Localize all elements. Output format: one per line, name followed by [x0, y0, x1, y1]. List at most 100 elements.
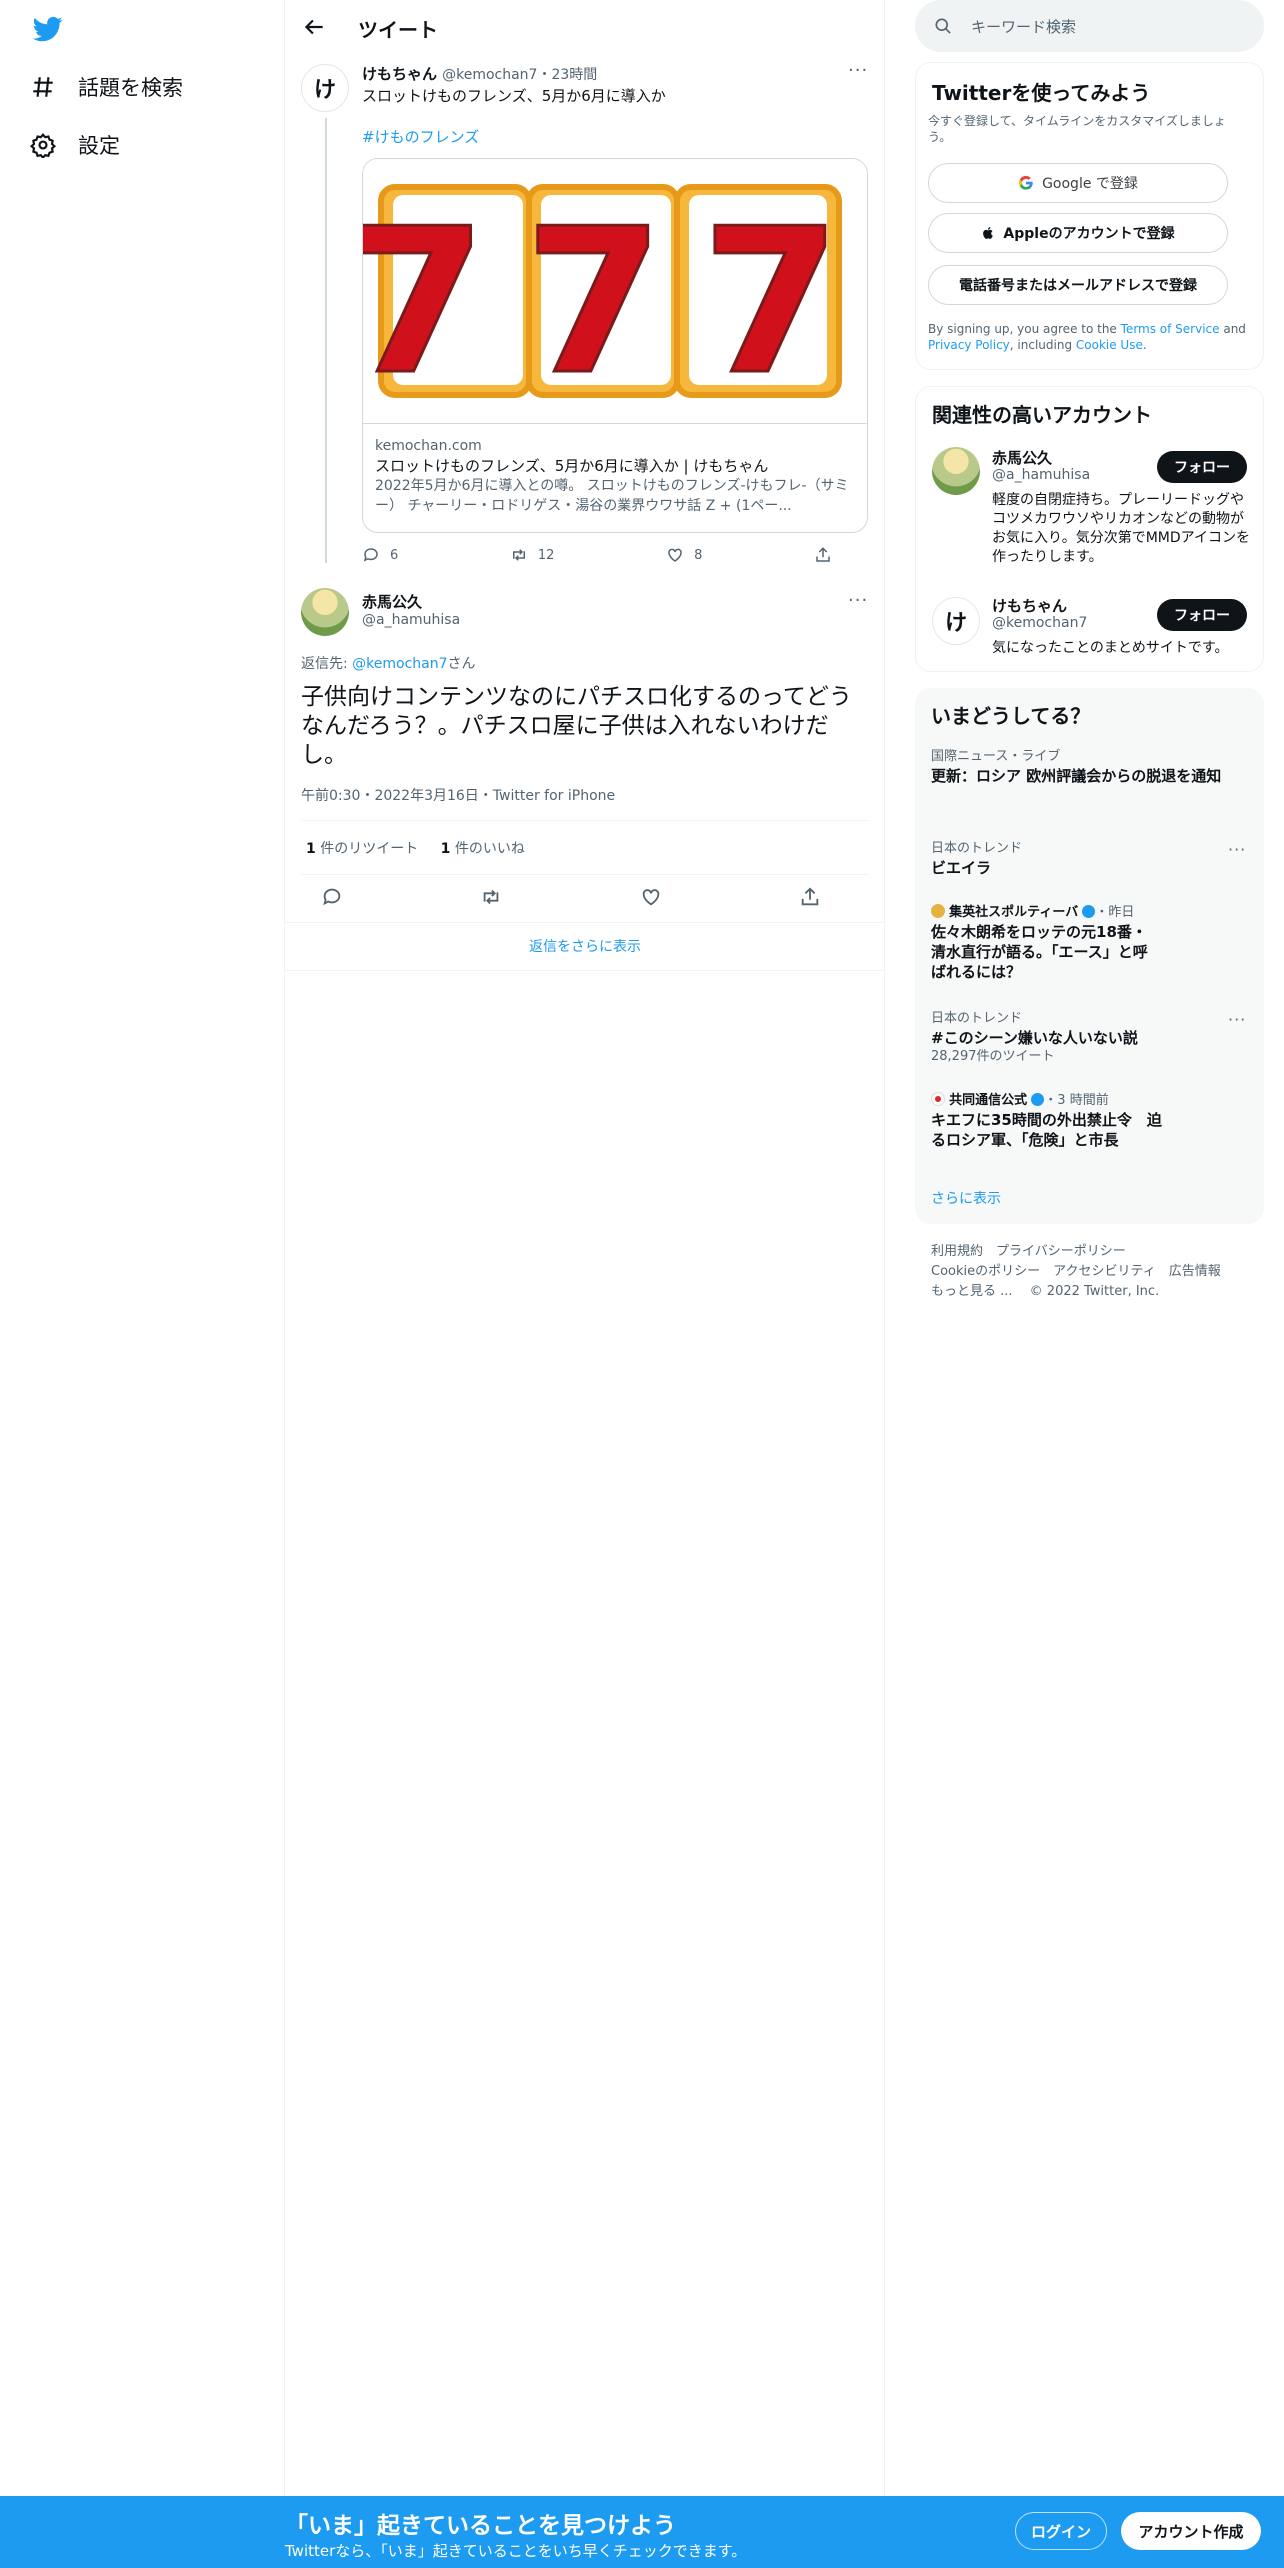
avatar[interactable]: け	[301, 64, 349, 112]
trend-item[interactable]: 日本のトレンド #このシーン嫌いな人いない説 28,297件のツイート	[931, 1010, 1231, 1066]
google-signup-button[interactable]: Google で登録	[928, 163, 1228, 203]
trend-time: ・3 時間前	[1044, 1093, 1109, 1108]
legal-text: .	[1142, 338, 1147, 352]
phone-email-signup-button[interactable]: 電話番号またはメールアドレスで登録	[928, 265, 1228, 305]
share-button[interactable]	[814, 546, 832, 564]
privacy-link[interactable]: Privacy Policy	[928, 338, 1010, 352]
terms-link[interactable]: Terms of Service	[1121, 322, 1220, 336]
nav-settings-label: 設定	[78, 134, 120, 158]
link-card[interactable]: 777 kemochan.com スロットけものフレンズ、5月か6月に導入か |…	[362, 158, 868, 533]
trend-item[interactable]: 共同通信公式 ・3 時間前 キエフに35時間の外出禁止令 迫るロシア軍、「危険」…	[931, 1092, 1231, 1150]
trend-source: 集英社スポルティーバ	[949, 905, 1079, 920]
verified-badge-icon	[1031, 1093, 1045, 1106]
separator: ・	[537, 67, 552, 83]
reply-to-line: 返信先: @kemochan7さん	[301, 653, 476, 673]
trend-source-line: 共同通信公式 ・3 時間前	[931, 1092, 1231, 1110]
divider	[301, 874, 869, 875]
retweet-icon[interactable]	[480, 886, 502, 908]
trend-title: 佐々木朗希をロッテの元18番・清水直行が語る。「エース」と呼ばれるには？	[931, 923, 1148, 981]
footer-links: 利用規約 プライバシーポリシー Cookieのポリシー アクセシビリティ 広告情…	[931, 1242, 1221, 1302]
footer-line[interactable]: 利用規約 プライバシーポリシー	[931, 1242, 1221, 1262]
main-column: ツイート け けもちゃん @kemochan7・23時間 ··· スロットけもの…	[285, 0, 885, 2496]
trend-time: ・昨日	[1095, 905, 1135, 920]
source-avatar	[931, 1092, 945, 1106]
trends-panel: いまどうしてる？ 国際ニュース・ライブ 更新：ロシア 欧州評議会からの脱退を通知…	[915, 688, 1264, 1224]
more-options-icon[interactable]: ···	[1228, 840, 1246, 859]
avatar[interactable]	[932, 447, 980, 495]
trend-item[interactable]: 集英社スポルティーバ ・昨日 佐々木朗希をロッテの元18番・清水直行が語る。「エ…	[931, 904, 1231, 982]
login-button[interactable]: ログイン	[1015, 2512, 1107, 2550]
tweet-timestamp[interactable]: 午前0:30・2022年3月16日・Twitter for iPhone	[301, 785, 615, 805]
nav-settings[interactable]: 設定	[30, 125, 120, 165]
like-button[interactable]: 8	[666, 546, 702, 564]
apple-signup-button[interactable]: Appleのアカウントで登録	[928, 213, 1228, 253]
reply-to-prefix: 返信先:	[301, 656, 353, 672]
account-name[interactable]: 赤馬公久	[992, 447, 1052, 468]
twitter-logo-icon[interactable]	[30, 14, 66, 44]
legal-text: By signing up, you agree to the	[928, 322, 1121, 336]
google-signup-label: Google で登録	[1042, 176, 1138, 192]
account-handle[interactable]: @a_hamuhisa	[992, 467, 1090, 483]
author-name[interactable]: 赤馬公久	[362, 591, 422, 612]
divider	[285, 970, 885, 971]
footer-line[interactable]: Cookieのポリシー アクセシビリティ 広告情報	[931, 1262, 1221, 1282]
more-options-icon[interactable]: ···	[848, 60, 868, 81]
search-icon	[935, 18, 951, 34]
reply-button[interactable]: 6	[362, 546, 398, 564]
retweet-stat[interactable]: 1 件のリツイート	[306, 841, 418, 857]
share-icon[interactable]	[799, 886, 821, 908]
avatar[interactable]	[301, 588, 349, 636]
trend-item[interactable]: 国際ニュース・ライブ 更新：ロシア 欧州評議会からの脱退を通知	[931, 748, 1231, 786]
tweet-header: けもちゃん @kemochan7・23時間	[362, 64, 597, 85]
show-more-replies[interactable]: 返信をさらに表示	[285, 936, 885, 956]
more-options-icon[interactable]: ···	[848, 590, 868, 611]
follow-button[interactable]: フォロー	[1157, 599, 1247, 631]
google-icon	[1019, 175, 1033, 190]
related-title: 関連性の高いアカウント	[932, 403, 1152, 427]
search-input[interactable]: キーワード検索	[915, 0, 1264, 52]
footer-line[interactable]: もっと見る ... © 2022 Twitter, Inc.	[931, 1282, 1221, 1302]
retweet-icon	[512, 549, 525, 561]
tweet-time[interactable]: 23時間	[551, 67, 597, 83]
signup-banner: 「いま」起きていることを見つけよう Twitterなら、「いま」起きていることを…	[0, 2496, 1284, 2568]
like-stat[interactable]: 1 件のいいね	[441, 841, 525, 857]
gear-icon	[30, 133, 56, 158]
reply-icon[interactable]	[321, 886, 343, 908]
follow-button[interactable]: フォロー	[1157, 451, 1247, 483]
heart-icon	[668, 548, 682, 562]
phone-email-signup-label: 電話番号またはメールアドレスで登録	[959, 278, 1197, 294]
reply-to-suffix: さん	[447, 656, 476, 672]
card-image: 777	[363, 159, 868, 424]
reply-count: 6	[390, 547, 399, 563]
author-handle[interactable]: @a_hamuhisa	[362, 612, 460, 628]
like-count: 8	[694, 547, 703, 563]
like-stat-count: 1	[440, 841, 451, 857]
account-name[interactable]: けもちゃん	[992, 595, 1067, 616]
avatar[interactable]: け	[932, 597, 980, 645]
back-arrow-icon[interactable]	[301, 14, 327, 40]
author-handle[interactable]: @kemochan7	[442, 67, 537, 83]
slot-777-text: 777	[363, 186, 868, 419]
trend-title: #このシーン嫌いな人いない説	[931, 1029, 1138, 1047]
main-tweet-text: 子供向けコンテンツなのにパチスロ化するのってどうなんだろう？。パチスロ屋に子供は…	[301, 684, 852, 768]
retweet-button[interactable]: 12	[510, 546, 555, 564]
cookie-link[interactable]: Cookie Use	[1076, 338, 1143, 352]
reply-to-handle[interactable]: @kemochan7	[352, 656, 447, 672]
trend-title: キエフに35時間の外出禁止令 迫るロシア軍、「危険」と市長	[931, 1111, 1162, 1149]
hashtag-link[interactable]: #けものフレンズ	[362, 126, 479, 147]
heart-icon[interactable]	[640, 886, 662, 908]
author-name[interactable]: けもちゃん	[362, 65, 437, 83]
tweet-stats: 1 件のリツイート 1 件のいいね	[306, 838, 525, 858]
retweet-count: 12	[537, 547, 555, 563]
trends-show-more[interactable]: さらに表示	[931, 1188, 1001, 1208]
trend-item[interactable]: 日本のトレンド ビエイラ	[931, 840, 1231, 878]
more-options-icon[interactable]: ···	[1228, 1010, 1246, 1029]
banner-title: 「いま」起きていることを見つけよう	[285, 2513, 676, 2539]
nav-explore[interactable]: 話題を検索	[30, 67, 183, 107]
account-handle[interactable]: @kemochan7	[992, 615, 1087, 631]
trend-source-line: 集英社スポルティーバ ・昨日	[931, 904, 1231, 922]
hashtag-icon	[33, 77, 53, 97]
slot-777-illustration: 777	[363, 184, 868, 421]
signup-button[interactable]: アカウント作成	[1121, 2512, 1261, 2550]
divider	[285, 922, 885, 923]
